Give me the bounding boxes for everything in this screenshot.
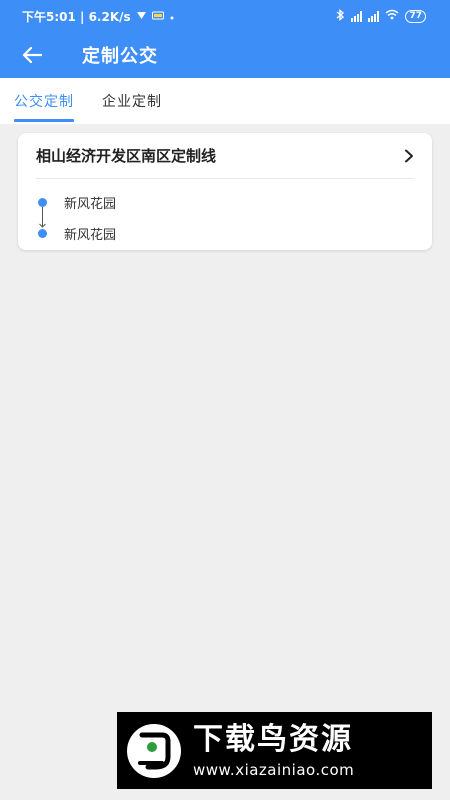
status-bar: 下午5:01 | 6.2K/s 77: [0, 0, 450, 32]
tab-bus-custom[interactable]: 公交定制: [14, 78, 74, 124]
status-left: 下午5:01 | 6.2K/s: [22, 8, 174, 25]
notification-icon: [151, 9, 164, 23]
bird-logo-icon: [123, 720, 185, 782]
signal-icon-1: [351, 10, 363, 22]
route-card-header: 相山经济开发区南区定制线: [36, 133, 414, 179]
signal-icon-2: [368, 10, 380, 22]
status-time-speed: 下午5:01 | 6.2K/s: [22, 9, 131, 24]
vpn-icon: [136, 9, 146, 23]
tab-bar: 公交定制 企业定制: [0, 78, 450, 124]
back-arrow-icon: [22, 46, 42, 64]
start-stop: 新风花园: [36, 187, 432, 218]
chevron-right-icon: [405, 149, 413, 162]
dot-icon: [170, 9, 174, 23]
watermark-text: 下载鸟资源 www.xiazainiao.com: [193, 721, 355, 779]
watermark-url: www.xiazainiao.com: [193, 760, 355, 779]
toolbar: 定制公交: [0, 32, 450, 78]
tab-enterprise-custom[interactable]: 企业定制: [102, 78, 162, 124]
wifi-icon: [385, 9, 399, 23]
battery-icon: 77: [405, 9, 426, 23]
end-stop-name: 新风花园: [64, 228, 117, 243]
start-stop-name: 新风花园: [64, 197, 117, 212]
route-stops: 新风花园 新风花园: [36, 187, 432, 249]
watermark-brand: 下载鸟资源: [193, 721, 353, 757]
watermark-banner: 下载鸟资源 www.xiazainiao.com: [117, 712, 432, 789]
arrow-down-icon: [39, 207, 46, 228]
page-title: 定制公交: [82, 46, 158, 67]
status-right: 77: [335, 8, 426, 24]
route-card[interactable]: 相山经济开发区南区定制线 新风花园 新风花园: [18, 133, 432, 250]
route-name: 相山经济开发区南区定制线: [36, 147, 217, 165]
end-stop: 新风花园: [36, 218, 432, 249]
bluetooth-icon: [335, 8, 345, 24]
back-button[interactable]: [0, 32, 64, 78]
